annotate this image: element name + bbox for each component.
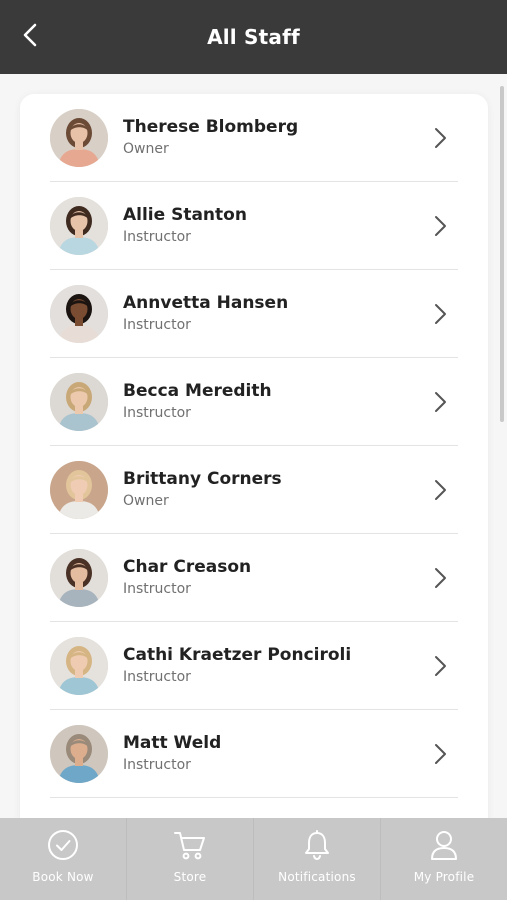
- staff-info: Cathi Kraetzer Ponciroli Instructor: [123, 644, 428, 687]
- staff-row[interactable]: Becca Meredith Instructor: [50, 358, 458, 446]
- staff-role: Instructor: [123, 757, 191, 773]
- chevron-right-icon: [428, 390, 452, 414]
- staff-name: Becca Meredith: [123, 381, 272, 401]
- staff-row[interactable]: Annvetta Hansen Instructor: [50, 270, 458, 358]
- staff-row[interactable]: Brittany Corners Owner: [50, 446, 458, 534]
- chevron-right-icon: [428, 566, 452, 590]
- staff-row[interactable]: Char Creason Instructor: [50, 534, 458, 622]
- chevron-right-icon: [428, 302, 452, 326]
- staff-row[interactable]: Matt Weld Instructor: [50, 710, 458, 798]
- staff-list: Therese Blomberg Owner Allie Stanton Instru…: [50, 94, 458, 798]
- staff-card: Therese Blomberg Owner Allie Stanton Instru…: [20, 94, 488, 818]
- staff-info: Brittany Corners Owner: [123, 468, 428, 511]
- staff-role: Owner: [123, 141, 169, 157]
- cart-icon: [173, 828, 207, 862]
- chevron-right-icon: [428, 214, 452, 238]
- user-icon: [427, 828, 461, 862]
- chevron-left-icon: [20, 22, 42, 52]
- nav-notifications[interactable]: Notifications: [254, 818, 381, 900]
- check-circle-icon: [46, 828, 80, 862]
- chevron-right-icon: [428, 654, 452, 678]
- staff-info: Becca Meredith Instructor: [123, 380, 428, 423]
- staff-role: Owner: [123, 493, 169, 509]
- staff-info: Allie Stanton Instructor: [123, 204, 428, 247]
- avatar: [50, 196, 108, 255]
- nav-store[interactable]: Store: [127, 818, 254, 900]
- avatar: [50, 724, 108, 783]
- avatar: [50, 372, 108, 431]
- chevron-right-icon: [428, 126, 452, 150]
- staff-role: Instructor: [123, 581, 191, 597]
- avatar: [50, 548, 108, 607]
- staff-role: Instructor: [123, 669, 191, 685]
- top-bar: All Staff: [0, 0, 507, 74]
- app-screen: All Staff Therese Blomberg Owner Allie Sta…: [0, 0, 507, 900]
- chevron-right-icon: [428, 478, 452, 502]
- staff-info: Matt Weld Instructor: [123, 732, 428, 775]
- avatar: [50, 284, 108, 343]
- staff-role: Instructor: [123, 405, 191, 421]
- avatar: [50, 108, 108, 167]
- back-button[interactable]: [14, 20, 48, 54]
- nav-label: Notifications: [278, 870, 356, 884]
- staff-row[interactable]: Cathi Kraetzer Ponciroli Instructor: [50, 622, 458, 710]
- avatar: [50, 636, 108, 695]
- scrollbar[interactable]: [500, 86, 504, 422]
- staff-row[interactable]: Allie Stanton Instructor: [50, 182, 458, 270]
- staff-name: Cathi Kraetzer Ponciroli: [123, 645, 352, 665]
- staff-info: Char Creason Instructor: [123, 556, 428, 599]
- page-title: All Staff: [207, 25, 300, 49]
- nav-label: Store: [173, 870, 207, 884]
- nav-book-now[interactable]: Book Now: [0, 818, 127, 900]
- bottom-nav: Book Now Store Notifications My Profile: [0, 818, 507, 900]
- staff-role: Instructor: [123, 317, 191, 333]
- nav-label: My Profile: [413, 870, 475, 884]
- nav-label: Book Now: [32, 870, 94, 884]
- avatar: [50, 460, 108, 519]
- staff-name: Char Creason: [123, 557, 252, 577]
- staff-info: Annvetta Hansen Instructor: [123, 292, 428, 335]
- staff-info: Therese Blomberg Owner: [123, 116, 428, 159]
- staff-name: Annvetta Hansen: [123, 293, 289, 313]
- staff-role: Instructor: [123, 229, 191, 245]
- staff-name: Allie Stanton: [123, 205, 247, 225]
- staff-scroll-area[interactable]: Therese Blomberg Owner Allie Stanton Instru…: [0, 74, 507, 818]
- nav-my-profile[interactable]: My Profile: [381, 818, 507, 900]
- staff-name: Therese Blomberg: [123, 117, 299, 137]
- staff-name: Matt Weld: [123, 733, 222, 753]
- bell-icon: [300, 828, 334, 862]
- staff-row[interactable]: Therese Blomberg Owner: [50, 94, 458, 182]
- staff-name: Brittany Corners: [123, 469, 282, 489]
- chevron-right-icon: [428, 742, 452, 766]
